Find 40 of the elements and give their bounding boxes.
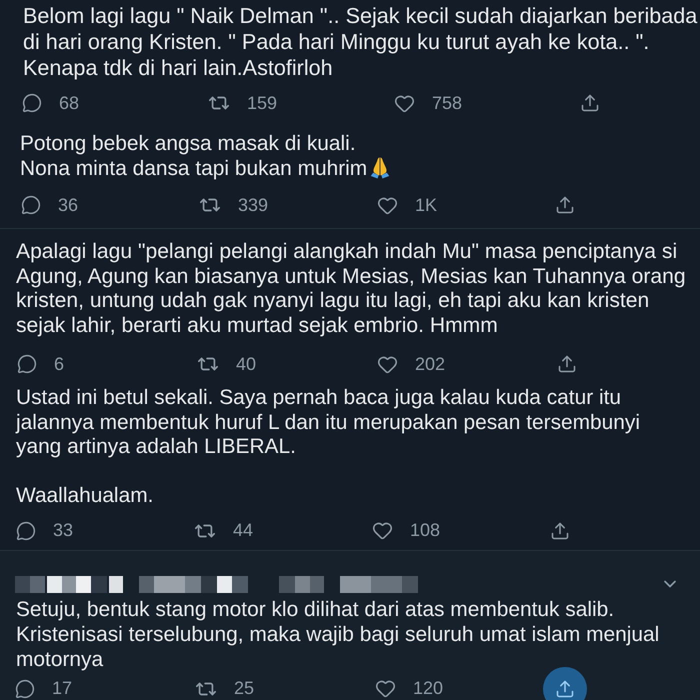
speech-bubble-icon xyxy=(22,93,42,113)
share-button[interactable] xyxy=(543,666,587,700)
reply-button[interactable]: 33 xyxy=(16,518,74,542)
share-icon xyxy=(580,93,600,113)
heart-icon xyxy=(372,520,393,541)
heart-icon xyxy=(394,92,415,114)
share-icon xyxy=(555,195,575,215)
heart-icon xyxy=(375,678,396,699)
share-button[interactable] xyxy=(550,520,570,540)
reply-button[interactable]: 17 xyxy=(15,676,72,700)
retweet-button[interactable]: 25 xyxy=(195,676,254,700)
retweet-button[interactable]: 159 xyxy=(208,91,278,115)
tweet-text: Apalagi lagu "pelangi pelangi alangkah indah Mu" masa penciptanya si Agung, Agung kan biasanya untuk Mesias, Mesias kan Tuhannya orang kristen, untung udah gak nyanyi lagu itu lagi, eh tapi aku kan kristen sejak lahir, berarti aku murtad sejak embrio. Hmmm xyxy=(16,240,686,338)
like-button[interactable]: 758 xyxy=(394,91,462,115)
retweet-button[interactable]: 44 xyxy=(194,518,254,542)
reply-button[interactable]: 68 xyxy=(22,91,80,115)
share-button[interactable] xyxy=(555,195,575,215)
tweet-text: Belom lagi lagu " Naik Delman ".. Sejak kecil sudah diajarkan beribada di hari orang Kristen. " Pada hari Minggu ku turut ayah ke kota.. ". Kenapa tdk di hari lain.Astofirloh xyxy=(23,3,698,81)
share-button[interactable] xyxy=(557,354,577,374)
tweet-text: Ustad ini betul sekali. Saya pernah baca juga kalau kuda catur itu jalannya membentuk huruf L dan itu merupakan pesan tersembunyi yang artinya adalah LIBERAL. Waallahualam. xyxy=(16,386,640,508)
share-icon xyxy=(550,520,570,540)
share-button[interactable] xyxy=(580,93,600,113)
speech-bubble-icon xyxy=(16,520,36,540)
speech-bubble-icon xyxy=(15,678,35,698)
tweet-text: Potong bebek angsa masak di kuali. Nona minta dansa tapi bukan muhrim xyxy=(20,131,368,181)
share-icon xyxy=(557,354,577,374)
heart-icon xyxy=(377,194,398,216)
retweet-button[interactable]: 40 xyxy=(197,352,256,376)
retweet-button[interactable]: 339 xyxy=(199,193,268,217)
speech-bubble-icon xyxy=(17,354,37,374)
share-icon xyxy=(555,678,575,698)
heart-icon xyxy=(377,354,398,374)
speech-bubble-icon xyxy=(21,195,41,215)
reply-button[interactable]: 6 xyxy=(17,352,64,376)
like-button[interactable]: 1K xyxy=(377,193,438,217)
tweet-text: Setuju, bentuk stang motor klo dilihat dari atas membentuk salib. Kristenisasi terselubung, maka wajib bagi seluruh umat islam menjual motornya xyxy=(16,596,660,672)
like-button[interactable]: 120 xyxy=(375,676,444,700)
like-button[interactable]: 108 xyxy=(372,518,440,542)
reply-button[interactable]: 36 xyxy=(21,193,78,217)
like-button[interactable]: 202 xyxy=(377,352,446,376)
